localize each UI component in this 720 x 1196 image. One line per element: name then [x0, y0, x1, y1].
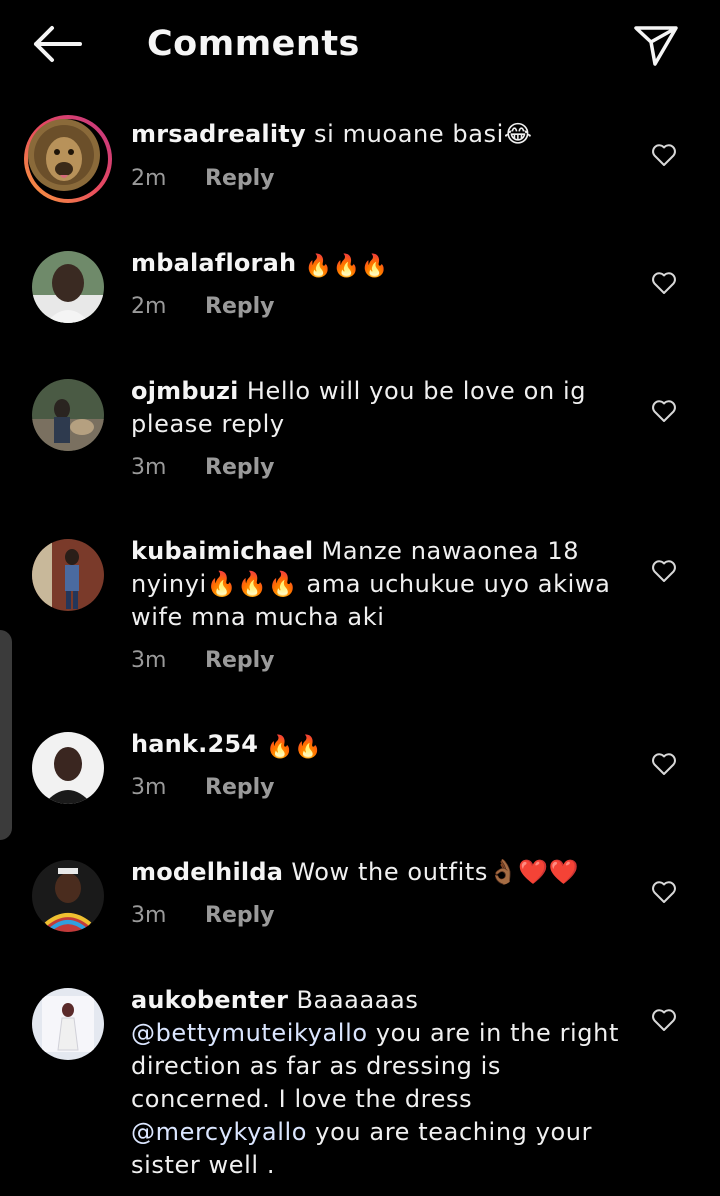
comment-time: 3m — [131, 775, 167, 800]
page-title: Comments — [147, 24, 360, 64]
heart-icon — [652, 881, 676, 903]
avatar[interactable] — [32, 539, 104, 611]
comment-username[interactable]: modelhilda — [131, 858, 283, 886]
mention-link[interactable]: @mercykyallo — [131, 1118, 307, 1146]
comment-time: 3m — [131, 903, 167, 928]
comment-username[interactable]: kubaimichael — [131, 537, 313, 565]
comment-time: 3m — [131, 648, 167, 673]
comment-text: si muoane basi😂 — [314, 120, 533, 148]
like-button[interactable] — [651, 143, 677, 167]
comment-time: 2m — [131, 294, 167, 319]
like-button[interactable] — [651, 1008, 677, 1032]
comment-username[interactable]: hank.254 — [131, 730, 258, 758]
comment-username[interactable]: mrsadreality — [131, 120, 306, 148]
reply-button[interactable]: Reply — [205, 294, 275, 319]
reply-button[interactable]: Reply — [205, 903, 275, 928]
arrow-left-icon — [34, 26, 82, 62]
comment-text: Baaaaaas — [296, 986, 419, 1014]
reply-button[interactable]: Reply — [205, 166, 275, 191]
heart-icon — [652, 1009, 676, 1031]
mention-link[interactable]: @bettymuteikyallo — [131, 1019, 368, 1047]
like-button[interactable] — [651, 880, 677, 904]
reply-button[interactable]: Reply — [205, 455, 275, 480]
comment-text: 🔥🔥🔥 — [304, 254, 389, 279]
like-button[interactable] — [651, 271, 677, 295]
like-button[interactable] — [651, 559, 677, 583]
paper-plane-icon — [634, 26, 678, 66]
header-bar: Comments — [0, 0, 720, 90]
heart-icon — [652, 560, 676, 582]
heart-icon — [652, 753, 676, 775]
heart-icon — [652, 144, 676, 166]
comment-username[interactable]: aukobenter — [131, 986, 288, 1014]
reply-button[interactable]: Reply — [205, 648, 275, 673]
avatar[interactable] — [32, 251, 104, 323]
back-button[interactable] — [28, 22, 84, 66]
comment-text: Wow the outfits👌🏾❤️❤️ — [291, 858, 580, 886]
edge-panel-handle[interactable] — [0, 630, 12, 840]
avatar[interactable] — [32, 732, 104, 804]
avatar[interactable] — [32, 988, 104, 1060]
reply-button[interactable]: Reply — [205, 775, 275, 800]
avatar[interactable] — [32, 860, 104, 932]
comment-username[interactable]: mbalaflorah — [131, 249, 296, 277]
share-button[interactable] — [632, 22, 680, 68]
heart-icon — [652, 400, 676, 422]
like-button[interactable] — [651, 752, 677, 776]
comment-username[interactable]: ojmbuzi — [131, 377, 239, 405]
avatar[interactable] — [24, 115, 112, 203]
comment-time: 2m — [131, 166, 167, 191]
like-button[interactable] — [651, 399, 677, 423]
comment-text: 🔥🔥 — [266, 735, 323, 760]
avatar[interactable] — [32, 379, 104, 451]
heart-icon — [652, 272, 676, 294]
comment-time: 3m — [131, 455, 167, 480]
